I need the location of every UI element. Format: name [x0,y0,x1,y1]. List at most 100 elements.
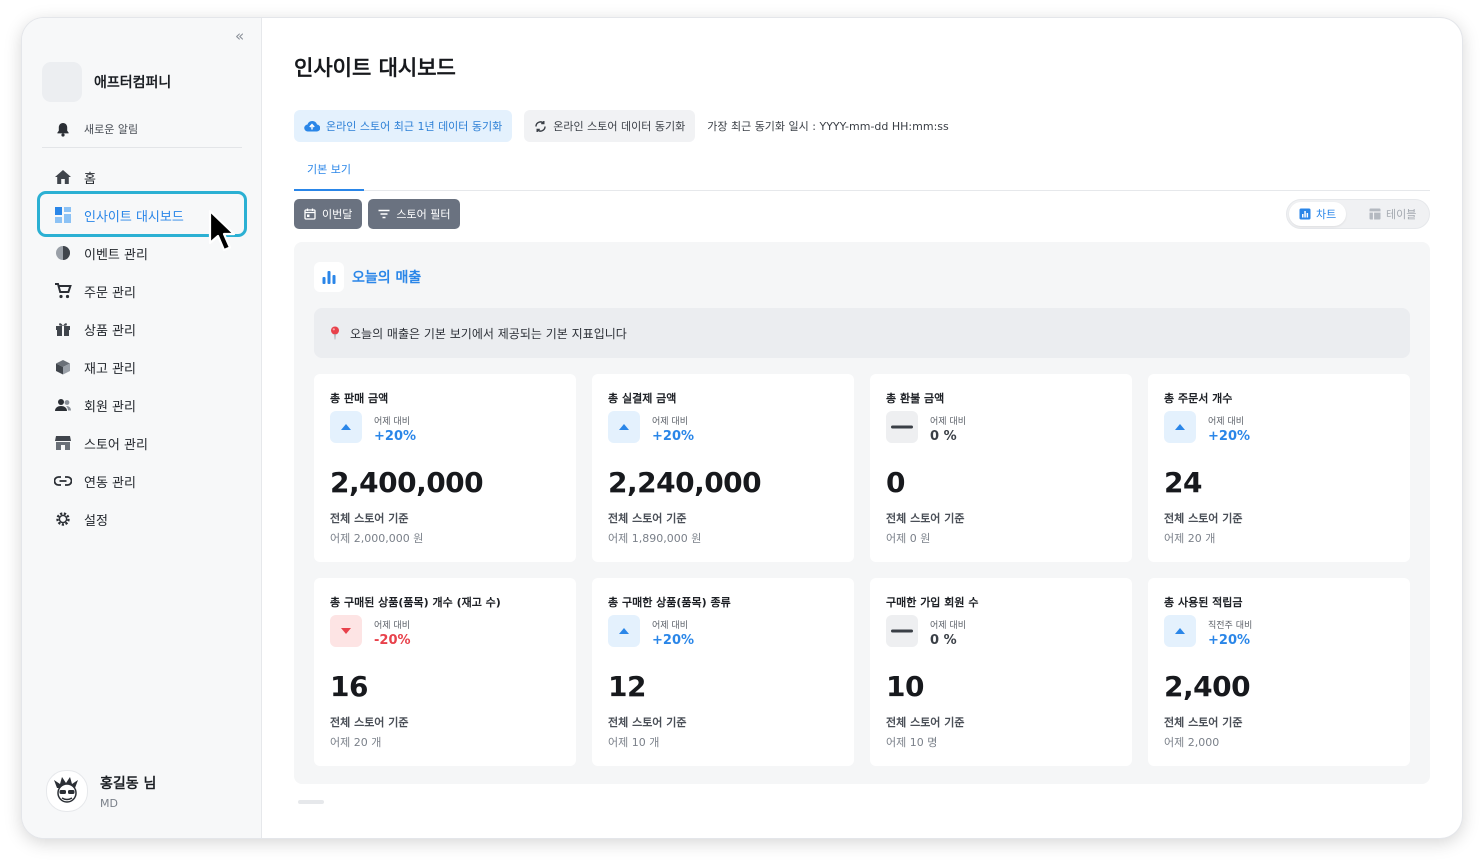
view-toggle: 차트 테이블 [1286,199,1430,229]
metric-card: 총 구매된 상품(품목) 개수 (재고 수) 어제 대비 -20% 16 전체 스토어 … [314,578,576,766]
metric-previous: 어제 2,000 [1164,736,1220,749]
sync-bar: 온라인 스토어 최근 1년 데이터 동기화 온라인 스토어 데이터 동기화 가장… [294,110,949,142]
cart-icon [52,280,74,302]
arrow-up-icon [608,615,640,647]
table-icon [1369,208,1381,220]
arrow-down-icon [330,615,362,647]
metric-compare-label: 어제 대비 [652,621,688,631]
user-role: MD [100,796,118,810]
month-filter-label: 이번달 [322,208,353,221]
metric-change: +20% [652,633,695,648]
metric-title: 구매한 가입 회원 수 [886,596,979,609]
tab-basic-view[interactable]: 기본 보기 [294,162,364,191]
sidebar-item-members[interactable]: 회원 관리 [42,386,245,424]
metric-previous: 어제 20 개 [330,736,382,749]
metric-compare-label: 어제 대비 [930,621,966,631]
metric-title: 총 구매된 상품(품목) 개수 (재고 수) [330,596,501,609]
sidebar-item-inventory[interactable]: 재고 관리 [42,348,245,386]
metric-compare-label: 어제 대비 [930,417,966,427]
table-view-toggle[interactable]: 테이블 [1359,202,1426,226]
arrow-up-icon [1164,411,1196,443]
link-icon [52,470,74,492]
metric-previous: 어제 10 개 [608,736,660,749]
metric-previous: 어제 2,000,000 원 [330,532,424,545]
notification-link[interactable]: 새로운 알림 [52,121,138,137]
metric-card: 총 주문서 개수 어제 대비 +20% 24 전체 스토어 기준 어제 20 개 [1148,374,1410,562]
metric-title: 총 실결제 금액 [608,392,677,405]
pie-icon [52,242,74,264]
metric-value: 12 [608,670,646,703]
panel-title: 오늘의 매출 [352,270,422,286]
view-tabs: 기본 보기 [294,162,1430,191]
dash-icon [886,411,918,443]
sidebar-item-integrations[interactable]: 연동 관리 [42,462,245,500]
dash-icon [886,615,918,647]
metric-card: 총 환불 금액 어제 대비 0 % 0 전체 스토어 기준 어제 0 원 [870,374,1132,562]
arrow-up-icon [330,411,362,443]
sidebar-item-label: 이벤트 관리 [84,247,148,263]
metric-compare-label: 어제 대비 [374,621,410,631]
metric-change: +20% [374,429,417,444]
metric-previous: 어제 1,890,000 원 [608,532,702,545]
notice-text: 오늘의 매출은 기본 보기에서 제공되는 기본 지표입니다 [350,326,627,341]
dashboard-icon [52,204,74,226]
sidebar-divider [42,147,242,148]
sync-year-button[interactable]: 온라인 스토어 최근 1년 데이터 동기화 [294,110,513,142]
arrow-up-icon [1164,615,1196,647]
metric-previous: 어제 20 개 [1164,532,1216,545]
metric-basis: 전체 스토어 기준 [330,716,409,729]
metric-value: 2,240,000 [608,466,762,499]
sidebar-item-label: 홈 [84,171,96,187]
arrow-up-icon [608,411,640,443]
sidebar-item-home[interactable]: 홈 [42,158,245,196]
metric-title: 총 환불 금액 [886,392,945,405]
metric-card: 총 판매 금액 어제 대비 +20% 2,400,000 전체 스토어 기준 어제 2,0… [314,374,576,562]
gear-icon [52,508,74,530]
box-icon [52,356,74,378]
metric-basis: 전체 스토어 기준 [1164,716,1243,729]
collapse-sidebar-icon[interactable]: « [235,27,244,45]
sidebar-item-products[interactable]: 상품 관리 [42,310,245,348]
sidebar-item-label: 설정 [84,513,108,529]
month-filter-button[interactable]: 이번달 [294,199,363,229]
sidebar-item-label: 회원 관리 [84,399,136,415]
metric-change: +20% [1208,633,1251,648]
store-filter-button[interactable]: 스토어 필터 [368,199,461,229]
metric-title: 총 사용된 적립금 [1164,596,1243,609]
sync-year-label: 온라인 스토어 최근 1년 데이터 동기화 [326,120,503,133]
mouse-cursor-icon [208,209,238,257]
user-profile[interactable]: 홍길동 님 MD [46,770,156,812]
metric-basis: 전체 스토어 기준 [886,512,965,525]
sidebar-item-label: 인사이트 대시보드 [84,209,184,225]
filter-icon [378,209,390,219]
metric-title: 총 구매한 상품(품목) 종류 [608,596,731,609]
chart-view-toggle[interactable]: 차트 [1289,202,1347,226]
company-name: 애프터컴퍼니 [94,75,172,91]
chart-toggle-label: 차트 [1316,208,1337,221]
sidebar-item-label: 주문 관리 [84,285,136,301]
last-sync-time: 가장 최근 동기화 일시 : YYYY-mm-dd HH:mm:ss [707,120,949,133]
user-name: 홍길동 님 [100,775,157,792]
metric-previous: 어제 0 원 [886,532,931,545]
sidebar-item-stores[interactable]: 스토어 관리 [42,424,245,462]
main-content: 인사이트 대시보드 온라인 스토어 최근 1년 데이터 동기화 온라인 스토어 … [262,18,1462,838]
metric-card: 총 실결제 금액 어제 대비 +20% 2,240,000 전체 스토어 기준 어제 1,… [592,374,854,562]
users-icon [52,394,74,416]
pin-icon [330,326,340,340]
panel-header: 오늘의 매출 [314,262,421,292]
store-filter-label: 스토어 필터 [396,208,451,221]
metric-title: 총 주문서 개수 [1164,392,1233,405]
chart-icon [1299,208,1311,220]
metric-title: 총 판매 금액 [330,392,389,405]
metric-value: 16 [330,670,368,703]
sync-button[interactable]: 온라인 스토어 데이터 동기화 [524,110,696,142]
sidebar-item-orders[interactable]: 주문 관리 [42,272,245,310]
sidebar-item-label: 스토어 관리 [84,437,148,453]
metric-value: 2,400,000 [330,466,484,499]
metric-value: 10 [886,670,924,703]
filter-bar: 이번달 스토어 필터 [294,199,466,229]
sidebar-item-settings[interactable]: 설정 [42,500,245,538]
sync-label: 온라인 스토어 데이터 동기화 [553,120,686,133]
home-icon [52,166,74,188]
notification-label: 새로운 알림 [84,123,139,136]
